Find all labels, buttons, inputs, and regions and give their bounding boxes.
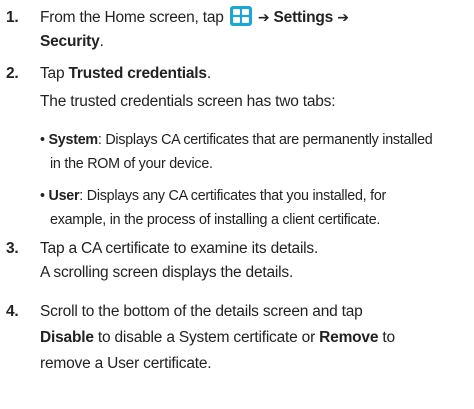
punctuation: . <box>99 33 104 50</box>
bullet-marker: • <box>40 132 45 148</box>
security-label: Security <box>40 33 100 50</box>
step-number: 4. <box>6 303 19 320</box>
step-number: 2. <box>6 65 19 82</box>
bullet-text: : Displays any CA certificates that you … <box>79 188 387 204</box>
step-text: to <box>378 329 395 346</box>
bullet-marker: • <box>40 188 45 204</box>
step-number: 1. <box>6 9 19 26</box>
step-text: to disable a System certificate or <box>93 329 320 346</box>
step-4-line-3: remove a User certificate. <box>40 355 212 372</box>
bullet-term: User <box>48 188 80 204</box>
bullet-text: : Displays CA certificates that are perm… <box>97 132 433 148</box>
step-text: Tap <box>40 65 69 82</box>
step-2-line-1: Tap Trusted credentials. <box>40 62 211 86</box>
apps-grid-icon <box>229 6 252 26</box>
arrow-icon: ➔ <box>337 10 349 26</box>
step-text: From the Home screen, tap <box>40 9 224 26</box>
step-1-line-2: Security. <box>40 30 104 54</box>
arrow-icon: ➔ <box>257 10 270 26</box>
settings-label: Settings <box>273 9 334 26</box>
step-3-detail: A scrolling screen displays the details. <box>40 264 294 281</box>
disable-label: Disable <box>40 329 94 346</box>
remove-label: Remove <box>319 329 379 346</box>
step-4-line-2: Disable to disable a System certificate … <box>40 326 395 350</box>
bullet-system-cont: in the ROM of your device. <box>50 156 213 172</box>
trusted-credentials-label: Trusted credentials <box>68 65 208 82</box>
bullet-system: • System: Displays CA certificates that … <box>40 128 433 152</box>
punctuation: . <box>206 65 211 82</box>
bullet-term: System <box>48 132 99 148</box>
bullet-user-cont: example, in the process of installing a … <box>50 212 381 228</box>
step-1-line-1: From the Home screen, tap ➔ Settings ➔ <box>40 6 349 30</box>
step-2-detail: The trusted credentials screen has two t… <box>40 93 336 110</box>
step-number: 3. <box>6 240 19 257</box>
step-3-line-1: Tap a CA certificate to examine its deta… <box>40 240 319 257</box>
bullet-user: • User: Displays any CA certificates tha… <box>40 184 386 208</box>
instruction-page: 1. From the Home screen, tap ➔ Settings … <box>0 0 474 409</box>
step-4-line-1: Scroll to the bottom of the details scre… <box>40 303 363 320</box>
